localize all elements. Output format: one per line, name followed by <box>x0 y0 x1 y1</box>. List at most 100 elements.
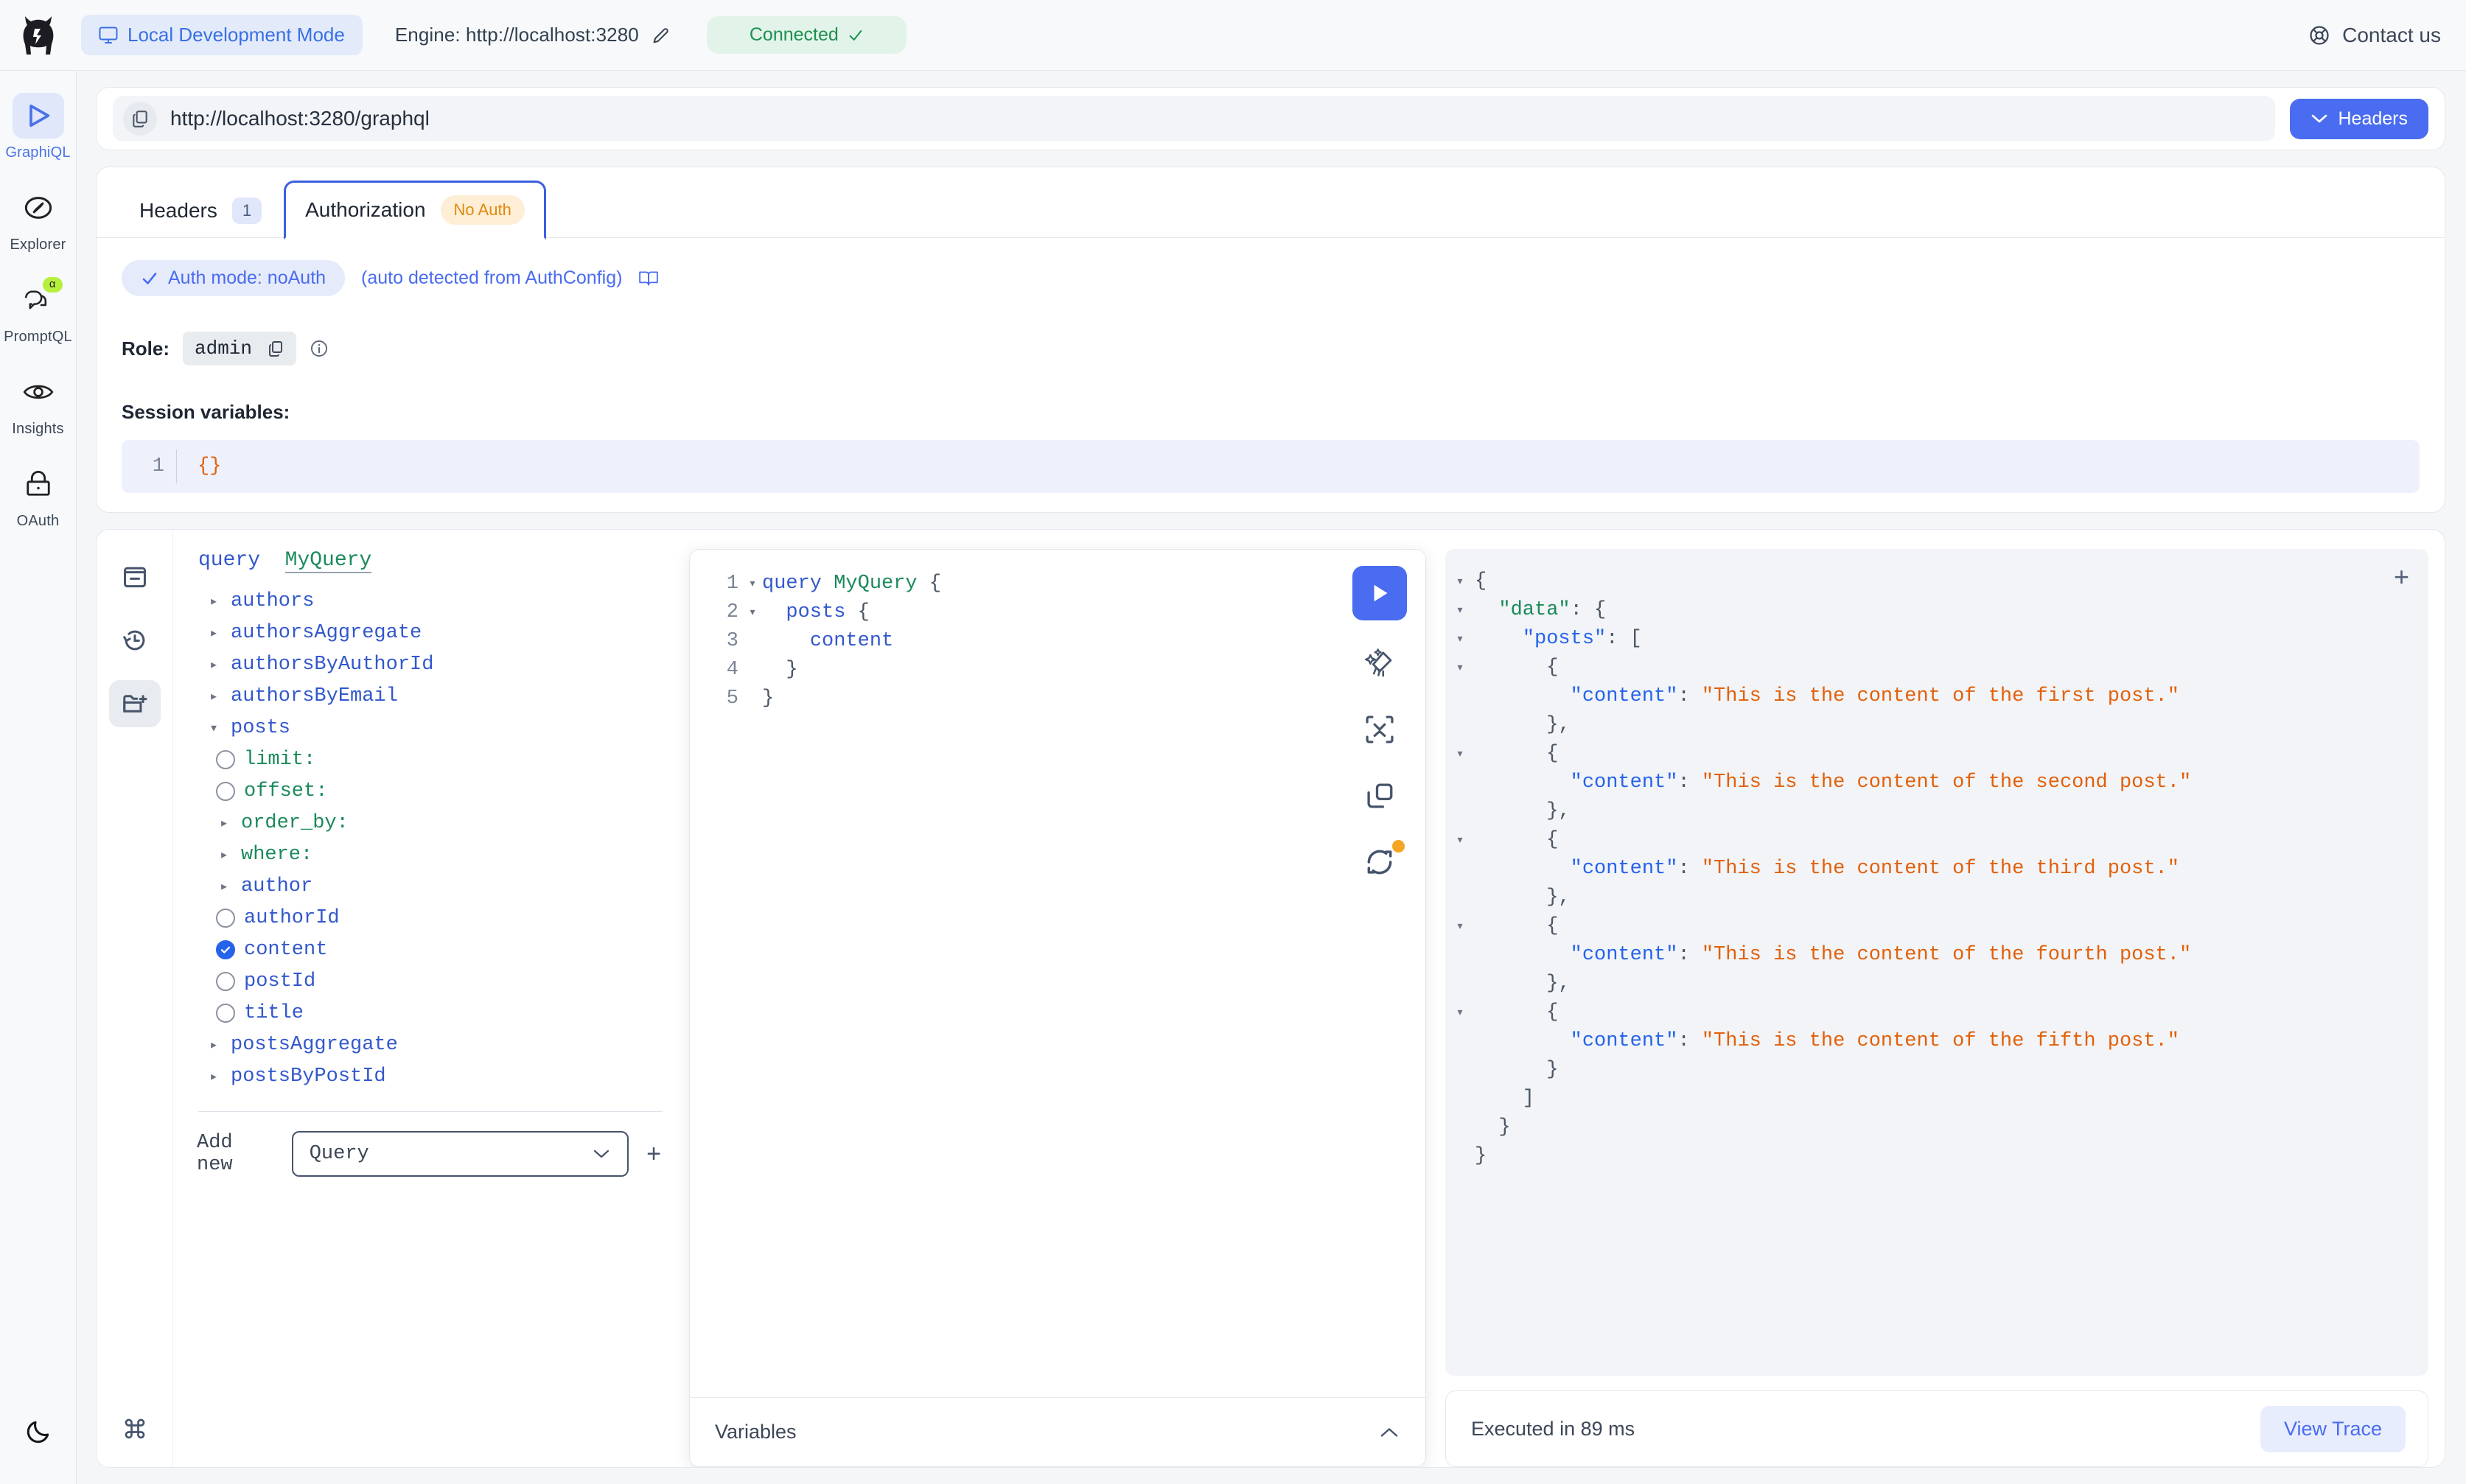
prettify-button[interactable] <box>1356 640 1403 687</box>
field-checkbox[interactable] <box>216 749 235 769</box>
explorer-node-authorId[interactable]: authorId <box>194 902 667 934</box>
explorer-node-content[interactable]: content <box>194 934 667 965</box>
docs-button[interactable] <box>109 553 161 601</box>
explorer-node-postId[interactable]: postId <box>194 965 667 997</box>
auth-docs-button[interactable] <box>638 269 659 288</box>
json-token: : <box>1677 857 1702 880</box>
role-info-button[interactable] <box>310 339 329 358</box>
field-checkbox[interactable] <box>216 781 235 801</box>
body-row: GraphiQL Explorer α PromptQL Insights OA… <box>0 71 2466 1484</box>
field-checkbox[interactable] <box>216 971 235 991</box>
sidebar-item-insights[interactable]: Insights <box>4 369 72 438</box>
explorer-node-authorsByAuthorId[interactable]: ▸ authorsByAuthorId <box>194 648 667 680</box>
explorer-node-authorsByEmail[interactable]: ▸ authorsByEmail <box>194 680 667 712</box>
docs-icon <box>123 567 146 588</box>
field-checkbox[interactable] <box>216 1003 235 1023</box>
response-text: { <box>1475 570 1487 592</box>
contact-us-button[interactable]: Contact us <box>2308 24 2441 47</box>
chevron-down-icon <box>594 1149 609 1158</box>
session-variables-editor[interactable]: 1 {} <box>122 440 2420 493</box>
explorer-node-label: limit: <box>244 748 316 771</box>
response-line: "content": "This is the content of the f… <box>1445 940 2428 969</box>
code-text: query MyQuery { <box>762 573 941 595</box>
view-trace-button[interactable]: View Trace <box>2260 1405 2406 1452</box>
fold-toggle[interactable]: ▾ <box>1445 573 1475 589</box>
field-checkbox[interactable] <box>216 908 235 928</box>
explorer-node-posts[interactable]: ▾ posts <box>194 712 667 743</box>
explorer-node-title[interactable]: title <box>194 997 667 1029</box>
edit-engine-url-button[interactable] <box>651 25 671 46</box>
add-new-operation-button[interactable]: + <box>640 1140 667 1169</box>
add-new-operation-select[interactable]: Query <box>291 1131 629 1177</box>
history-button[interactable] <box>109 617 161 664</box>
lock-icon <box>26 470 50 496</box>
explorer-node-label: authorsByEmail <box>231 685 398 707</box>
sidebar-label-explorer: Explorer <box>10 237 66 253</box>
add-response-tab-button[interactable]: + <box>2394 564 2409 590</box>
query-editor[interactable]: 1 ▾ query MyQuery {2 ▾ posts {3 content 4 } 5… <box>690 550 1334 1397</box>
info-icon <box>311 340 328 357</box>
code-text: } <box>762 687 774 710</box>
fold-toggle[interactable]: ▾ <box>1445 746 1475 762</box>
local-dev-mode-pill[interactable]: Local Development Mode <box>81 15 363 55</box>
role-value-chip[interactable]: admin <box>183 332 297 365</box>
check-icon <box>220 946 231 953</box>
explorer-node-where[interactable]: ▸ where: <box>194 839 667 870</box>
variables-bar[interactable]: Variables <box>690 1397 1425 1466</box>
json-token: "content" <box>1570 771 1678 794</box>
sidebar-item-explorer[interactable]: Explorer <box>4 185 72 253</box>
tab-authorization[interactable]: Authorization No Auth <box>284 181 546 239</box>
code-token: posts <box>786 601 846 623</box>
fold-toggle[interactable]: ▾ <box>1445 631 1475 647</box>
refetch-schema-button[interactable] <box>1356 839 1405 886</box>
sidebar-item-graphiql[interactable]: GraphiQL <box>4 93 72 161</box>
explorer-button[interactable] <box>108 680 161 727</box>
fold-toggle[interactable]: ▾ <box>1445 918 1475 934</box>
explorer-node-label: author <box>241 875 313 897</box>
copy-icon <box>133 111 147 127</box>
tab-headers[interactable]: Headers 1 <box>117 183 284 238</box>
json-token: "This is the content of the second post.… <box>1701 771 2192 794</box>
copy-endpoint-button[interactable] <box>123 102 157 136</box>
operation-name[interactable]: MyQuery <box>284 549 372 573</box>
response-viewer: + ▾{▾ "data": {▾ "posts": [▾ { "content"… <box>1445 549 2428 1376</box>
fold-toggle[interactable]: ▾ <box>1445 602 1475 618</box>
explorer-node-postsByPostId[interactable]: ▸ postsByPostId <box>194 1060 667 1092</box>
response-text: "data": { <box>1475 599 1606 621</box>
global-sidebar: GraphiQL Explorer α PromptQL Insights OA… <box>0 71 77 1484</box>
book-icon <box>639 270 659 286</box>
copy-query-button[interactable] <box>1356 772 1403 819</box>
explorer-tree-column: query MyQuery ▸ authors ▸ authorsAggregate ▸… <box>173 549 689 1467</box>
sidebar-item-promptql[interactable]: α PromptQL <box>4 277 72 346</box>
explorer-node-limit[interactable]: limit: <box>194 743 667 775</box>
fold-toggle[interactable]: ▾ <box>1445 1004 1475 1021</box>
execute-query-button[interactable] <box>1352 566 1407 620</box>
copy-role-button[interactable] <box>267 340 284 357</box>
response-line: }, <box>1445 969 2428 998</box>
headers-toggle-button[interactable]: Headers <box>2289 98 2428 139</box>
fold-toggle[interactable]: ▾ <box>743 604 762 620</box>
explorer-node-authors[interactable]: ▸ authors <box>194 585 667 617</box>
explorer-node-offset[interactable]: offset: <box>194 775 667 807</box>
endpoint-input[interactable]: http://localhost:3280/graphql <box>113 96 2275 141</box>
engine-url-label: Engine: http://localhost:3280 <box>394 24 639 46</box>
explorer-node-author[interactable]: ▸ author <box>194 870 667 902</box>
chevron-down-icon <box>2311 114 2327 123</box>
fold-toggle[interactable]: ▾ <box>1445 832 1475 848</box>
merge-fragments-button[interactable] <box>1356 706 1403 753</box>
fold-toggle[interactable]: ▾ <box>1445 659 1475 676</box>
auth-tabs: Headers 1 Authorization No Auth <box>97 167 2445 239</box>
fold-toggle[interactable]: ▾ <box>743 575 762 592</box>
caret-right-icon: ▸ <box>209 625 219 643</box>
shortcuts-button[interactable] <box>122 1415 148 1442</box>
headers-toggle-label: Headers <box>2338 108 2409 129</box>
explorer-node-authorsAggregate[interactable]: ▸ authorsAggregate <box>194 617 667 648</box>
explorer-node-orderby[interactable]: ▸ order_by: <box>194 807 667 839</box>
field-checkbox-checked[interactable] <box>216 939 235 959</box>
brand-logo[interactable] <box>0 15 77 56</box>
explorer-node-postsAggregate[interactable]: ▸ postsAggregate <box>194 1029 667 1060</box>
sidebar-item-oauth[interactable]: OAuth <box>4 461 72 530</box>
theme-toggle-button[interactable] <box>0 1418 76 1446</box>
json-token: }, <box>1475 972 1571 995</box>
